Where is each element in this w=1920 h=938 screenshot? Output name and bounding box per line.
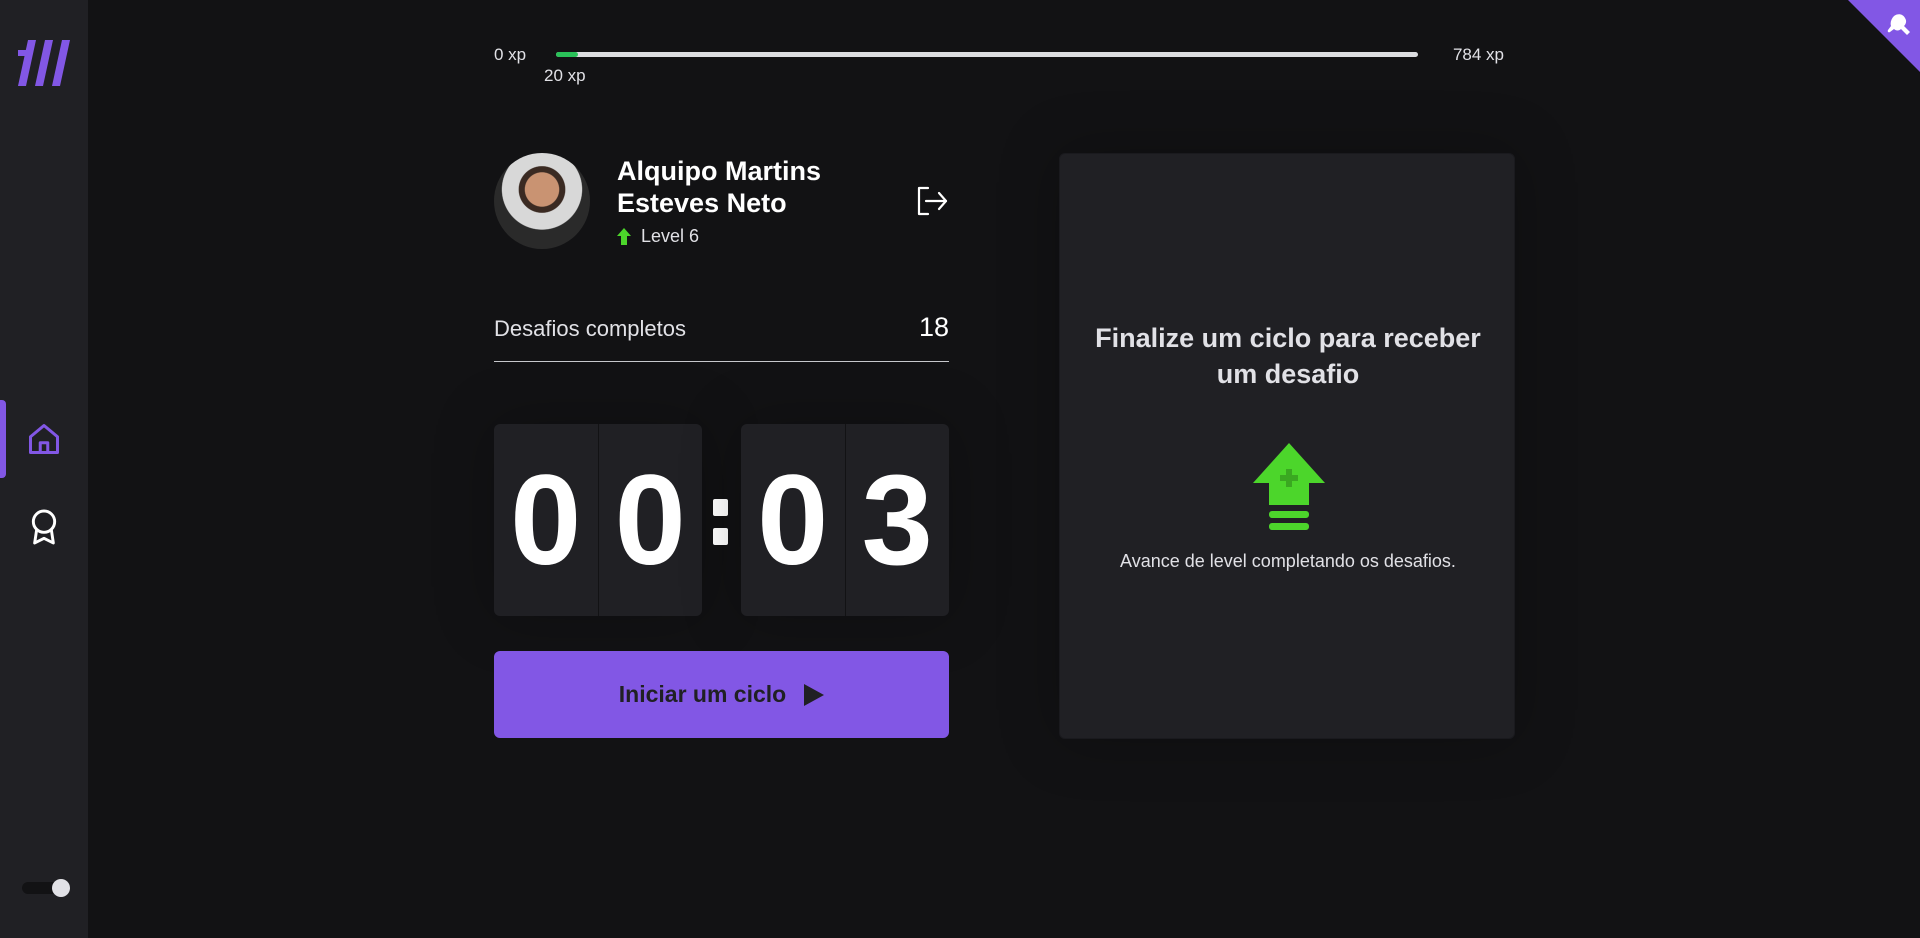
completed-challenges-count: 18: [918, 312, 949, 342]
minute-digit-left: 0: [494, 424, 599, 616]
challenge-box: Finalize um ciclo para receber um desafi…: [1059, 153, 1515, 739]
countdown-separator: [706, 492, 737, 548]
logout-icon[interactable]: [915, 185, 949, 217]
sidebar: [0, 0, 88, 938]
completed-challenges: Desafios completos 18: [494, 312, 949, 362]
start-cycle-label: Iniciar um ciclo: [618, 681, 787, 707]
level-up-arrow-icon: [617, 228, 631, 245]
xp-end-label: 784 xp: [1452, 45, 1504, 64]
completed-challenges-label: Desafios completos: [494, 316, 686, 341]
xp-current-label: 20 xp: [544, 66, 586, 85]
play-icon: [804, 683, 825, 706]
profile: Alquipo Martins Esteves Neto Level 6: [494, 153, 949, 253]
minute-digit-right: 0: [614, 448, 686, 592]
xp-track: [556, 52, 1418, 57]
second-digit-left: 0: [741, 424, 846, 616]
start-cycle-button[interactable]: Iniciar um ciclo: [494, 651, 949, 738]
xp-progress-fill: [556, 52, 579, 57]
theme-toggle[interactable]: [22, 879, 70, 897]
home-icon: [29, 424, 59, 454]
challenge-box-hint: Avance de level completando os desafios.: [1120, 551, 1456, 571]
countdown: 0 0 0 3: [494, 424, 949, 616]
experience-bar: 0 xp 20 xp 784 xp: [494, 44, 1504, 85]
logo-icon: [18, 40, 70, 86]
nav-home-button[interactable]: [24, 419, 64, 459]
award-icon: [31, 509, 57, 545]
level-label: Level 6: [641, 226, 700, 246]
github-corner-icon[interactable]: [1848, 0, 1920, 72]
profile-name: Alquipo Martins Esteves Neto: [617, 156, 821, 218]
avatar: [494, 153, 590, 249]
nav-active-indicator: [0, 400, 6, 478]
toggle-knob: [52, 879, 70, 897]
challenge-box-title: Finalize um ciclo para receber um desafi…: [1095, 323, 1481, 389]
second-digit-right: 3: [861, 448, 933, 592]
xp-start-label: 0 xp: [494, 45, 527, 64]
nav-award-button[interactable]: [24, 507, 64, 547]
profile-level: Level 6: [617, 226, 699, 247]
countdown-minutes: 0 0: [494, 424, 702, 616]
countdown-seconds: 0 3: [741, 424, 949, 616]
level-up-icon: [1253, 443, 1325, 530]
